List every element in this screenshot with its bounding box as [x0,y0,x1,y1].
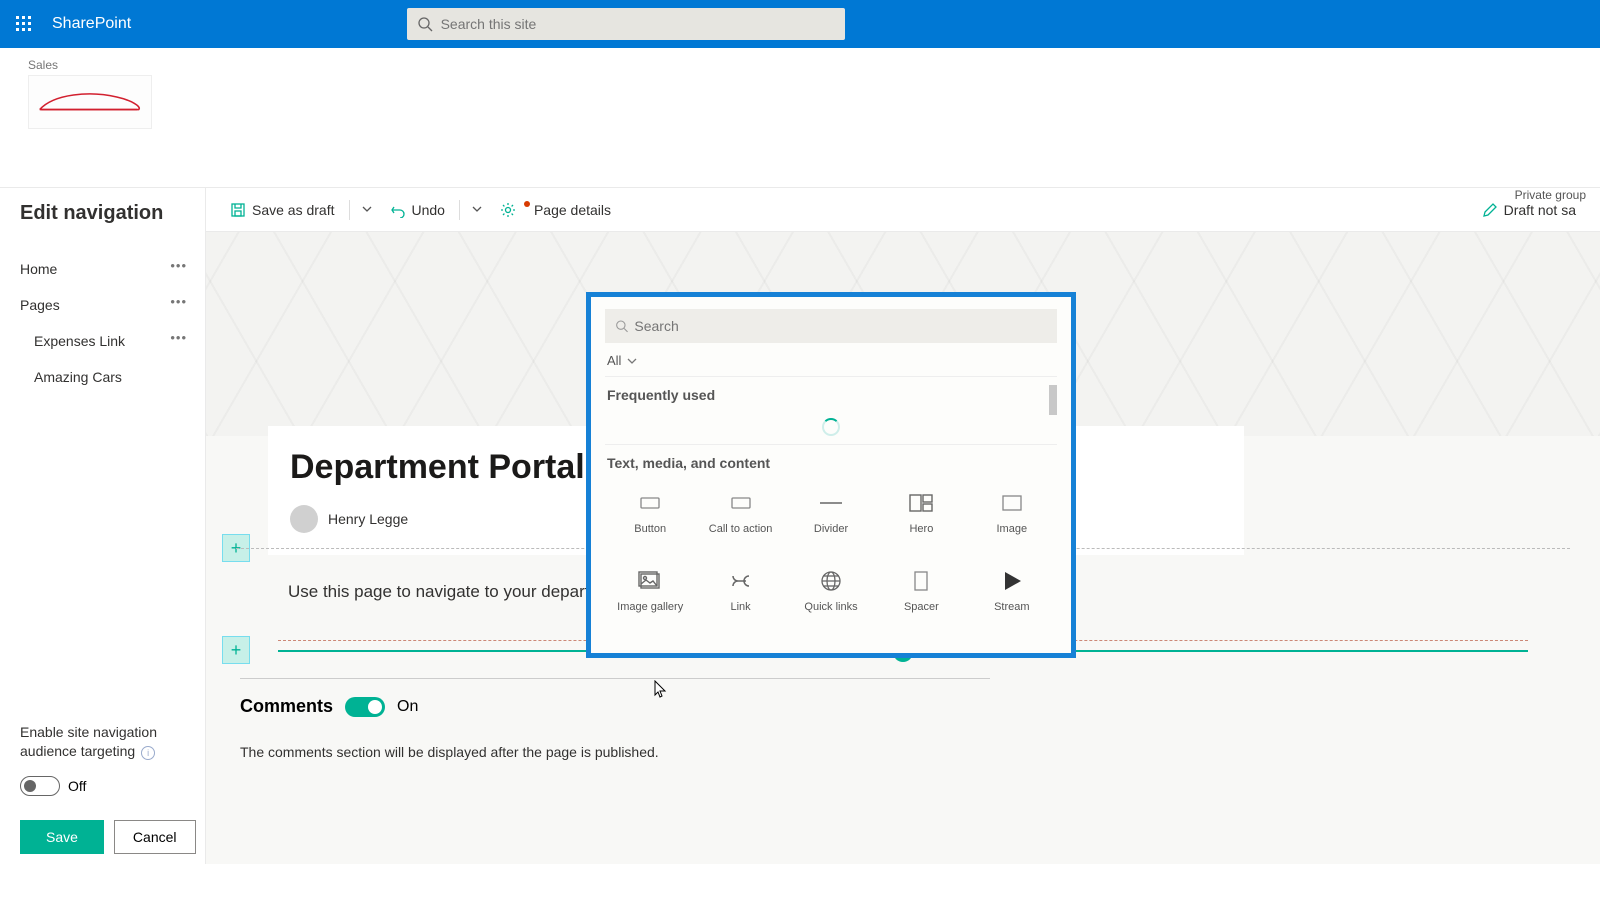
picker-item-button[interactable]: Button [605,487,695,565]
undo-button[interactable]: Undo [382,198,453,222]
car-logo-icon [35,86,145,117]
notification-dot-icon [524,201,530,207]
avatar [290,505,318,533]
search-icon [417,16,433,32]
undo-dropdown[interactable] [466,197,488,223]
comments-toggle-label: On [397,698,418,716]
scrollbar[interactable] [1049,385,1057,415]
gear-icon [500,202,516,218]
undo-icon [390,202,406,218]
product-name: SharePoint [52,15,131,33]
picker-item-link[interactable]: Link [695,565,785,643]
site-logo[interactable] [28,75,152,129]
picker-filter[interactable]: All [605,343,1057,376]
app-launcher-button[interactable] [0,0,48,48]
button-icon [640,495,660,511]
picker-item-stream[interactable]: Stream [967,565,1057,643]
comments-toggle[interactable] [345,697,385,717]
edit-navigation-panel: Edit navigation Home••• Pages••• Expense… [0,188,206,864]
edit-nav-heading: Edit navigation [20,202,205,225]
search-icon [615,319,628,333]
picker-item-image[interactable]: Image [967,487,1057,565]
site-label: Sales [28,58,1572,72]
picker-item-spacer[interactable]: Spacer [876,565,966,643]
audience-targeting-label: Enable site navigation audience targetin… [20,723,205,762]
more-icon[interactable]: ••• [170,330,187,345]
divider [349,200,350,220]
pencil-icon [1482,202,1498,218]
picker-item-call-to-action[interactable]: Call to action [695,487,785,565]
cursor-icon [654,680,668,698]
toggle-pill-off [20,776,60,796]
page-title[interactable]: Department Portals [290,448,604,487]
divider [459,200,460,220]
save-as-draft-button[interactable]: Save as draft [222,198,343,222]
gallery-icon [638,571,662,591]
info-icon[interactable]: i [141,746,155,760]
page-details-button[interactable]: Page details [492,198,619,222]
nav-item-amazing-cars[interactable]: Amazing Cars [20,359,205,395]
page-canvas: Department Portals Henry Legge + Use thi… [206,232,1600,864]
comments-note: The comments section will be displayed a… [240,744,659,760]
nav-item-expenses-link[interactable]: Expenses Link••• [20,323,205,359]
picker-section-text: Text, media, and content [605,445,1057,477]
audience-toggle[interactable]: Off [20,776,205,796]
picker-frequent-loading [605,409,1057,445]
comments-heading: Comments [240,696,333,717]
draft-status[interactable]: Draft not sa [1474,198,1584,222]
page-editor: Save as draft Undo Page details Draft no… [206,188,1600,864]
spinner-icon [822,418,840,436]
horizontal-rule [240,678,990,679]
picker-search[interactable] [605,309,1057,343]
link-icon [729,574,753,588]
nav-item-home[interactable]: Home••• [20,251,205,287]
cta-icon [731,495,751,511]
picker-search-input[interactable] [634,318,1047,334]
save-icon [230,202,246,218]
command-bar: Save as draft Undo Page details Draft no… [206,188,1600,232]
webpart-picker: All Frequently used Text, media, and con… [586,292,1076,658]
suite-nav: SharePoint [0,0,1600,48]
nav-item-pages[interactable]: Pages••• [20,287,205,323]
chevron-down-icon [362,204,372,214]
suite-search-input[interactable] [441,16,835,32]
stream-icon [1001,570,1023,592]
chevron-down-icon [627,356,637,366]
add-section-button[interactable]: + [222,636,250,664]
picker-section-frequent: Frequently used [605,376,1057,409]
picker-item-quick-links[interactable]: Quick links [786,565,876,643]
spacer-icon [914,571,928,591]
more-icon[interactable]: ••• [170,294,187,309]
picker-item-hero[interactable]: Hero [876,487,966,565]
chevron-down-icon [472,204,482,214]
page-author: Henry Legge [290,505,604,533]
cancel-button[interactable]: Cancel [114,820,196,854]
hero-icon [909,494,933,512]
more-icon[interactable]: ••• [170,258,187,273]
image-icon [1002,495,1022,511]
picker-item-image-gallery[interactable]: Image gallery [605,565,695,643]
save-button[interactable]: Save [20,820,104,854]
picker-item-divider[interactable]: Divider [786,487,876,565]
suite-search[interactable] [407,8,845,40]
globe-icon [820,570,842,592]
site-header: Sales Private group [0,48,1600,129]
save-dropdown[interactable] [356,197,378,223]
divider-icon [818,495,844,511]
